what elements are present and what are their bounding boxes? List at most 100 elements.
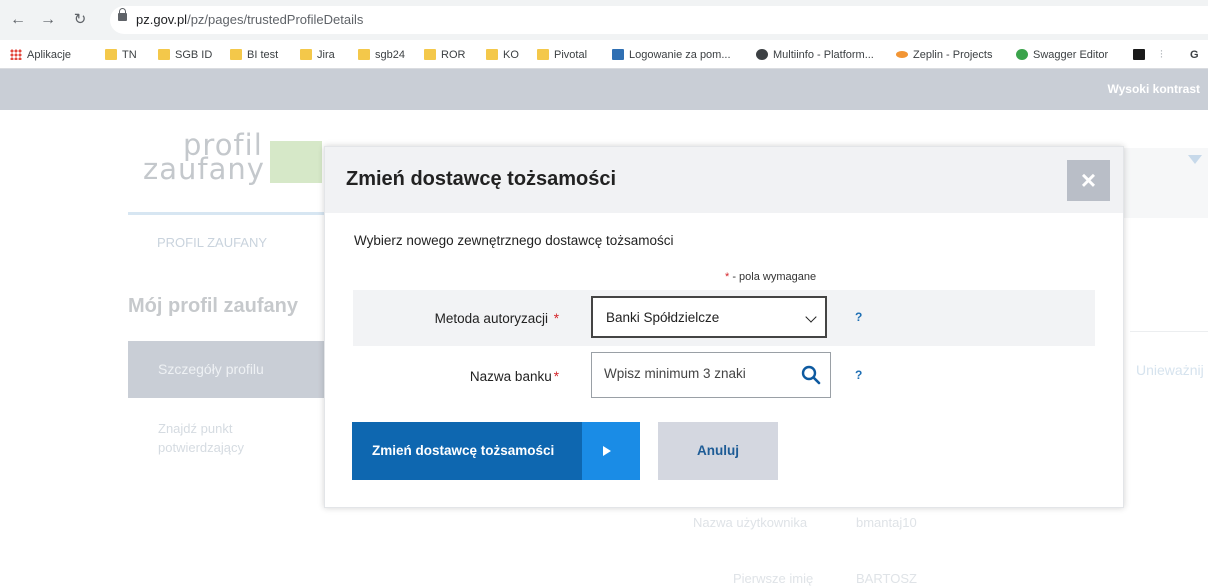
username-label: Nazwa użytkownika [693, 515, 808, 530]
cancel-button-label: Anuluj [697, 443, 739, 458]
bookmark-multiinfo[interactable]: Multiinfo - Platform... [756, 47, 874, 63]
folder-icon [424, 49, 436, 60]
dialog-title: Zmień dostawcę tożsamości [346, 168, 617, 190]
logo-line-2: zaufany [143, 152, 265, 186]
back-arrow-icon[interactable]: ← [8, 10, 28, 30]
high-contrast-link[interactable]: Wysoki kontrast [1108, 82, 1200, 96]
close-icon: × [1080, 165, 1097, 195]
site-icon [612, 49, 624, 60]
revoke-link[interactable]: Unieważnij [1136, 362, 1204, 378]
bank-name-label: Nazwa banku * [470, 369, 559, 384]
bookmark-zeplin[interactable]: Zeplin - Projects [896, 47, 992, 63]
required-text: - pola wymagane [729, 271, 817, 283]
auth-method-help-icon[interactable]: ? [855, 310, 862, 324]
firstname-label: Pierwsze imię [733, 571, 814, 586]
firstname-value: BARTOSZ [856, 571, 917, 586]
bookmark-label: TN [122, 49, 137, 61]
lock-icon [118, 8, 127, 21]
sidebar-item-find-point[interactable]: Znajdź punkt potwierdzający [158, 419, 244, 457]
required-star: * [553, 311, 559, 326]
bank-name-input[interactable] [602, 365, 796, 382]
search-icon[interactable] [801, 365, 821, 385]
bookmark-ko[interactable]: KO [486, 47, 519, 63]
bookmark-ror[interactable]: ROR [424, 47, 465, 63]
username-value: bmantaj10 [856, 515, 917, 530]
folder-icon [230, 49, 242, 60]
top-accessibility-bar: Wysoki kontrast [0, 69, 1208, 110]
folder-icon [105, 49, 117, 60]
extension-icon[interactable]: ⫶ [1160, 47, 1163, 63]
bookmark-g[interactable]: G [1190, 47, 1199, 63]
folder-icon [158, 49, 170, 60]
bookmark-bi-test[interactable]: BI test [230, 47, 278, 63]
change-identity-provider-dialog: Zmień dostawcę tożsamości × Wybierz nowe… [324, 146, 1124, 508]
forward-arrow-icon[interactable]: → [38, 10, 58, 30]
dialog-header: Zmień dostawcę tożsamości × [325, 147, 1123, 213]
folder-icon [358, 49, 370, 60]
auth-method-selected-value: Banki Spółdzielcze [606, 310, 720, 325]
globe-icon [756, 49, 768, 60]
bookmark-pivotal[interactable]: Pivotal [537, 47, 587, 63]
address-bar[interactable]: pz.gov.pl/pz/pages/trustedProfileDetails [110, 6, 1208, 34]
bookmark-logowanie[interactable]: Logowanie za pom... [612, 47, 731, 63]
bookmark-label: Pivotal [554, 49, 588, 61]
folder-icon [486, 49, 498, 60]
sidebar-item-label: potwierdzający [158, 440, 244, 455]
bookmark-jira[interactable]: Jira [300, 47, 335, 63]
required-fields-note: * - pola wymagane [725, 271, 816, 283]
change-provider-button[interactable]: Zmień dostawcę tożsamości [352, 422, 640, 480]
cancel-button[interactable]: Anuluj [658, 422, 778, 480]
auth-method-select[interactable]: Banki Spółdzielcze [591, 296, 827, 338]
chevron-down-icon[interactable] [1188, 155, 1202, 164]
bookmarks-bar: Aplikacje TN SGB ID BI test Jira sgb24 R… [0, 40, 1208, 69]
folder-icon [300, 49, 312, 60]
bookmark-label: G [1190, 49, 1199, 61]
address-url[interactable]: pz.gov.pl/pz/pages/trustedProfileDetails [136, 12, 363, 27]
dialog-subtitle: Wybierz nowego zewnętrznego dostawcę toż… [354, 233, 674, 248]
close-button[interactable]: × [1067, 160, 1110, 201]
bookmark-label: Logowanie za pom... [629, 49, 731, 61]
bookmark-icon [1133, 49, 1145, 60]
bank-name-label-text: Nazwa banku [469, 369, 552, 384]
auth-method-label: Metoda autoryzacji * [435, 311, 559, 326]
tab-underline [128, 212, 328, 215]
logo-emblem-icon [270, 141, 322, 183]
url-path: /pz/pages/trustedProfileDetails [187, 12, 364, 27]
bank-name-field[interactable] [591, 352, 831, 398]
bookmark-dark[interactable] [1133, 47, 1150, 63]
sidebar-item-label: Szczegóły profilu [158, 361, 264, 377]
chevron-down-icon [805, 311, 817, 323]
bookmark-tn[interactable]: TN [105, 47, 137, 63]
sidebar-item-label: Znajdź punkt [158, 421, 233, 436]
change-provider-button-label: Zmień dostawcę tożsamości [372, 443, 555, 458]
bookmark-swagger[interactable]: Swagger Editor [1016, 47, 1108, 63]
bookmark-label: Aplikacje [27, 49, 72, 61]
auth-method-label-text: Metoda autoryzacji [434, 311, 548, 326]
url-host: pz.gov.pl [136, 12, 188, 27]
required-star: * [553, 369, 559, 384]
site-logo[interactable]: profil zaufany [143, 131, 265, 186]
bookmark-label: sgb24 [375, 49, 405, 61]
tab-profil-zaufany[interactable]: PROFIL ZAUFANY [157, 235, 267, 250]
swagger-icon [1016, 49, 1028, 60]
bookmark-label: Swagger Editor [1033, 49, 1109, 61]
auth-method-row: Metoda autoryzacji * Banki Spółdzielcze … [353, 290, 1095, 346]
bookmark-label: KO [503, 49, 519, 61]
bookmark-label: Multiinfo - Platform... [773, 49, 874, 61]
bookmark-label: Zeplin - Projects [913, 49, 993, 61]
bookmark-label: BI test [247, 49, 279, 61]
bookmark-apps[interactable]: Aplikacje [10, 47, 71, 63]
bookmark-sgb-id[interactable]: SGB ID [158, 47, 212, 63]
zeplin-icon [896, 51, 908, 58]
reload-icon[interactable]: ↻ [70, 10, 90, 30]
browser-toolbar: ← → ↻ pz.gov.pl/pz/pages/trustedProfileD… [0, 0, 1208, 40]
bookmark-sgb24[interactable]: sgb24 [358, 47, 405, 63]
page-title: Mój profil zaufany [128, 295, 298, 317]
play-arrow-icon [582, 422, 640, 480]
bank-name-help-icon[interactable]: ? [855, 368, 862, 382]
divider [1130, 331, 1208, 332]
bank-name-row: Nazwa banku* ? [353, 348, 1095, 404]
sidebar-item-profile-details[interactable]: Szczegóły profilu [128, 341, 328, 398]
apps-grid-icon [10, 49, 22, 60]
bookmark-label: Jira [317, 49, 335, 61]
